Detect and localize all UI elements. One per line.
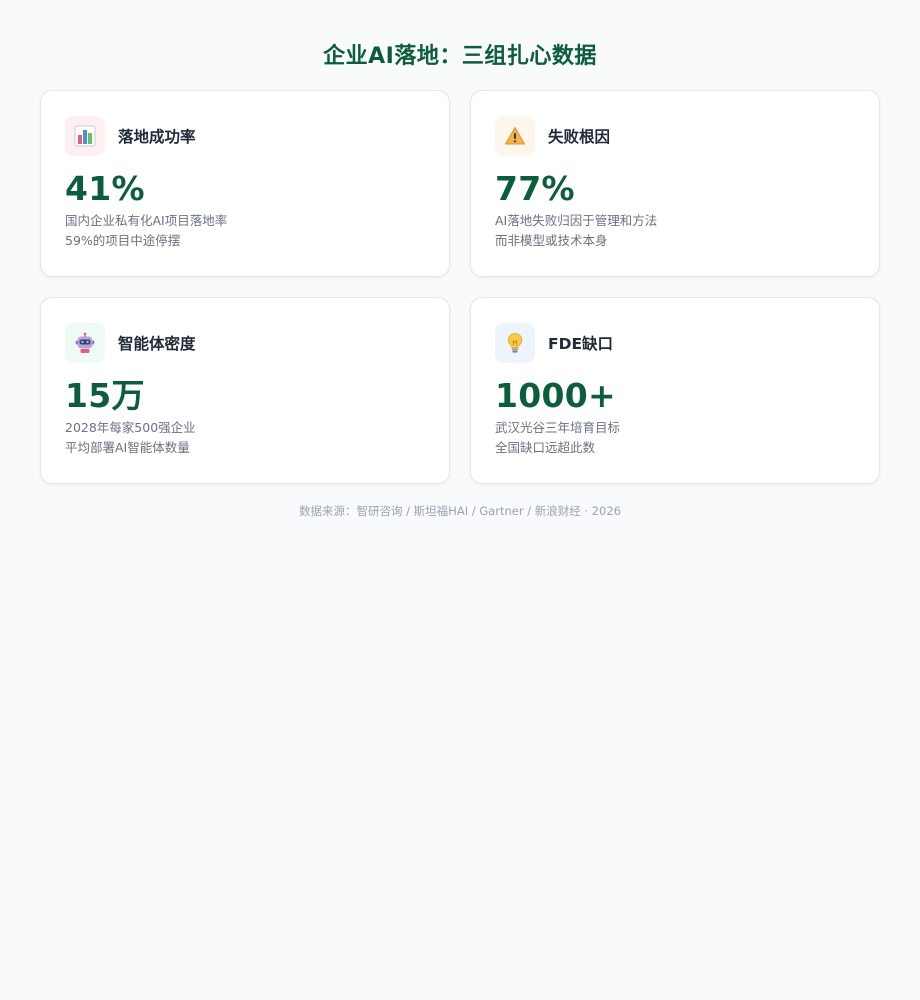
card-description: 国内企业私有化AI项目落地率 59%的项目中途停摆 (65, 211, 425, 251)
metric-value: 77% (495, 169, 575, 208)
description-line: 2028年每家500强企业 (65, 420, 196, 435)
description-line: AI落地失败归因于管理和方法 (495, 213, 658, 228)
card-header: 失败根因 (495, 115, 855, 157)
robot-icon (65, 323, 105, 363)
stat-card-success-rate: 落地成功率 41% 国内企业私有化AI项目落地率 59%的项目中途停摆 (40, 90, 450, 277)
source-footer: 数据来源：智研咨询 / 斯坦福HAI / Gartner / 新浪财经 · 20… (299, 504, 621, 518)
card-title: FDE缺口 (548, 335, 614, 353)
stat-card-agent-density: 智能体密度 15万 2028年每家500强企业 平均部署AI智能体数量 (40, 297, 450, 484)
card-header: 智能体密度 (65, 322, 425, 364)
warning-icon (495, 116, 535, 156)
description-line: 而非模型或技术本身 (495, 233, 608, 248)
card-title: 落地成功率 (118, 128, 196, 146)
description-line: 全国缺口远超此数 (495, 440, 596, 455)
bar-chart-icon (65, 116, 105, 156)
card-title: 智能体密度 (118, 335, 196, 353)
card-description: AI落地失败归因于管理和方法 而非模型或技术本身 (495, 211, 855, 251)
card-header: FDE缺口 (495, 322, 855, 364)
description-line: 平均部署AI智能体数量 (65, 440, 190, 455)
metric-value: 1000+ (495, 376, 616, 415)
page-title: 企业AI落地：三组扎心数据 (323, 44, 597, 69)
card-header: 落地成功率 (65, 115, 425, 157)
card-description: 2028年每家500强企业 平均部署AI智能体数量 (65, 418, 425, 458)
card-title: 失败根因 (548, 128, 611, 146)
lightbulb-icon (495, 323, 535, 363)
stats-grid: 落地成功率 41% 国内企业私有化AI项目落地率 59%的项目中途停摆 失败根因… (40, 90, 880, 484)
stat-card-fde-gap: FDE缺口 1000+ 武汉光谷三年培育目标 全国缺口远超此数 (470, 297, 880, 484)
description-line: 国内企业私有化AI项目落地率 (65, 213, 228, 228)
metric-value: 15万 (65, 376, 145, 415)
card-description: 武汉光谷三年培育目标 全国缺口远超此数 (495, 418, 855, 458)
stat-card-failure-cause: 失败根因 77% AI落地失败归因于管理和方法 而非模型或技术本身 (470, 90, 880, 277)
metric-value: 41% (65, 169, 145, 208)
description-line: 59%的项目中途停摆 (65, 233, 181, 248)
description-line: 武汉光谷三年培育目标 (495, 420, 621, 435)
